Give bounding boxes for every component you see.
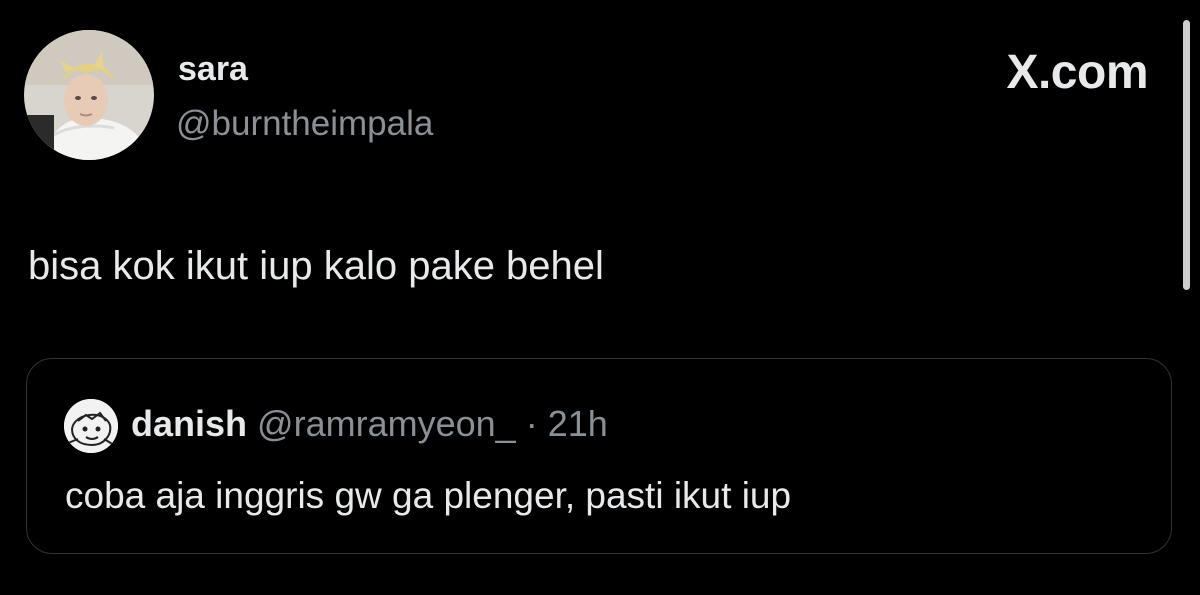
- quoted-avatar-drawing: [64, 399, 118, 453]
- quoted-tweet-text: coba aja inggris gw ga plenger, pasti ik…: [65, 475, 792, 516]
- brand-text: X.com: [1006, 46, 1148, 99]
- quoted-author-avatar[interactable]: [64, 399, 118, 453]
- quoted-author-handle[interactable]: @ramramyeon_: [257, 403, 516, 444]
- quoted-author-name[interactable]: danish: [131, 403, 247, 444]
- quoted-header: danish @ramramyeon_ · 21h: [131, 403, 608, 445]
- quoted-tweet[interactable]: danish @ramramyeon_ · 21h coba aja inggr…: [26, 358, 1172, 554]
- quoted-timestamp[interactable]: 21h: [548, 403, 608, 444]
- author-handle[interactable]: @burntheimpala: [176, 104, 433, 144]
- x-brand-watermark: X.com: [1006, 44, 1148, 100]
- avatar-photo: [24, 30, 154, 160]
- tweet-text: bisa kok ikut iup kalo pake behel: [28, 244, 604, 288]
- author-name[interactable]: sara: [178, 50, 248, 89]
- separator-dot: ·: [525, 403, 538, 444]
- tweet-card: sara @burntheimpala X.com bisa kok ikut …: [0, 0, 1200, 595]
- author-avatar[interactable]: [24, 30, 154, 160]
- scrollbar[interactable]: [1183, 20, 1190, 290]
